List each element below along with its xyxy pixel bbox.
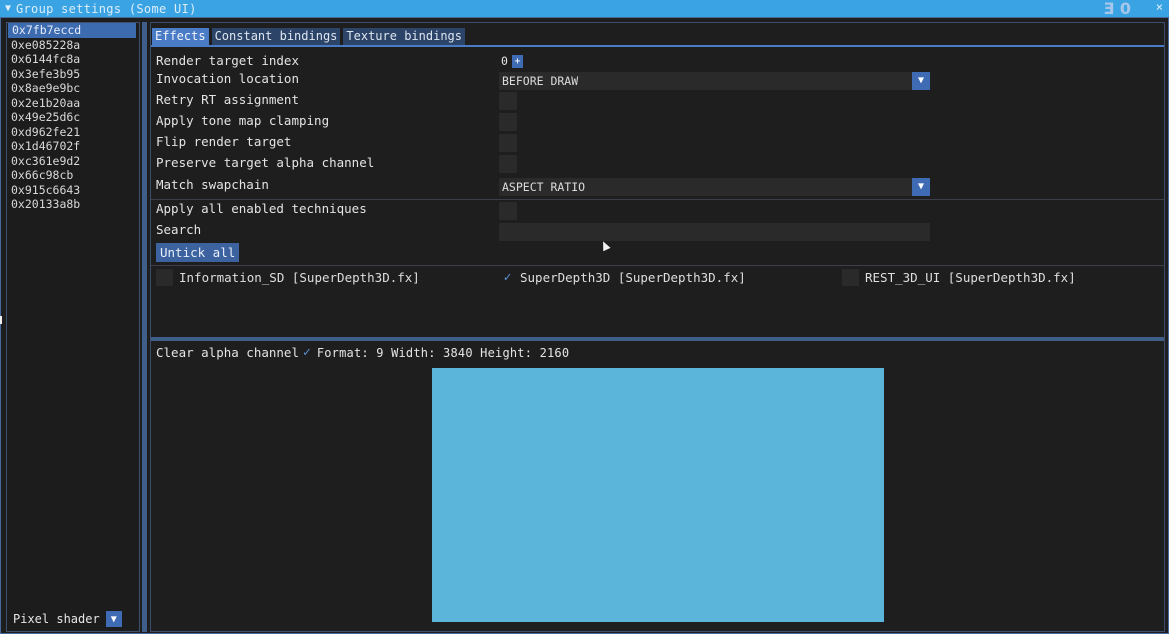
invocation-location-value: BEFORE DRAW bbox=[502, 74, 579, 88]
chevron-down-icon[interactable]: ▼ bbox=[912, 178, 930, 196]
chevron-down-icon[interactable]: ▼ bbox=[105, 611, 122, 627]
sidebar-item[interactable]: 0x6144fc8a bbox=[7, 52, 139, 67]
apply-all-techniques-label: Apply all enabled techniques bbox=[156, 201, 367, 216]
preview-header: Clear alpha channel ✓ Format: 9 Width: 3… bbox=[156, 345, 569, 360]
sidebar-item[interactable]: 0x2e1b20aa bbox=[7, 96, 139, 111]
collapse-icon[interactable]: ▼ bbox=[0, 3, 16, 14]
sidebar-item[interactable]: 0x49e25d6c bbox=[7, 110, 139, 125]
preserve-alpha-label: Preserve target alpha channel bbox=[156, 155, 375, 170]
divider bbox=[151, 265, 1164, 266]
vertical-splitter[interactable] bbox=[142, 22, 147, 632]
sidebar-item[interactable]: 0x7fb7eccd bbox=[8, 23, 136, 38]
sidebar[interactable]: 0x7fb7eccd 0xe085228a 0x6144fc8a 0x3efe3… bbox=[6, 22, 140, 632]
technique-checkbox[interactable] bbox=[842, 269, 859, 286]
window-titlebar[interactable]: ▼ Group settings (Some UI) Ǝ 0 × bbox=[0, 0, 1169, 17]
sidebar-item[interactable]: 0x3efe3b95 bbox=[7, 67, 139, 82]
render-target-index-label: Render target index bbox=[156, 53, 299, 68]
untick-all-button[interactable]: Untick all bbox=[156, 243, 240, 262]
invocation-location-label: Invocation location bbox=[156, 71, 299, 86]
technique-checkbox[interactable] bbox=[156, 269, 173, 286]
increment-button[interactable]: + bbox=[512, 55, 523, 68]
flip-render-target-checkbox[interactable] bbox=[499, 134, 517, 152]
match-swapchain-value: ASPECT RATIO bbox=[502, 180, 586, 194]
tab-effects[interactable]: Effects bbox=[152, 28, 209, 45]
main-panel: Effects Constant bindings Texture bindin… bbox=[150, 22, 1165, 632]
tonemap-clamping-checkbox[interactable] bbox=[499, 113, 517, 131]
technique-label: Information_SD [SuperDepth3D.fx] bbox=[179, 270, 420, 285]
window-title: Group settings (Some UI) bbox=[16, 1, 197, 16]
technique-item[interactable]: ✓ SuperDepth3D [SuperDepth3D.fx] bbox=[501, 269, 746, 286]
match-swapchain-select[interactable]: ASPECT RATIO ▼ bbox=[499, 178, 930, 196]
check-icon[interactable]: ✓ bbox=[501, 269, 514, 286]
search-label: Search bbox=[156, 222, 202, 237]
close-icon[interactable]: × bbox=[1156, 0, 1163, 14]
logo: Ǝ 0 bbox=[1103, 0, 1131, 18]
sidebar-item[interactable]: 0x8ae9e9bc bbox=[7, 81, 139, 96]
render-target-index-value[interactable]: 0 bbox=[501, 52, 508, 70]
retry-rt-checkbox[interactable] bbox=[499, 92, 517, 110]
shader-type-label: Pixel shader bbox=[13, 612, 100, 626]
render-target-preview bbox=[432, 368, 884, 622]
tab-bar: Effects Constant bindings Texture bindin… bbox=[152, 28, 465, 45]
edge-marker bbox=[0, 316, 2, 324]
sidebar-item[interactable]: 0x20133a8b bbox=[7, 197, 139, 212]
preserve-alpha-checkbox[interactable] bbox=[499, 155, 517, 173]
flip-render-target-label: Flip render target bbox=[156, 134, 292, 149]
clear-alpha-label: Clear alpha channel bbox=[156, 345, 299, 360]
retry-rt-label: Retry RT assignment bbox=[156, 92, 299, 107]
horizontal-splitter[interactable] bbox=[151, 337, 1164, 341]
tab-underline bbox=[151, 45, 1164, 47]
match-swapchain-label: Match swapchain bbox=[156, 177, 269, 192]
tab-texture-bindings[interactable]: Texture bindings bbox=[343, 28, 465, 45]
shader-type-select[interactable]: Pixel shader ▼ bbox=[13, 611, 122, 627]
apply-all-techniques-checkbox[interactable] bbox=[499, 202, 517, 220]
chevron-down-icon[interactable]: ▼ bbox=[912, 72, 930, 90]
technique-item[interactable]: REST_3D_UI [SuperDepth3D.fx] bbox=[842, 269, 1076, 286]
technique-label: REST_3D_UI [SuperDepth3D.fx] bbox=[865, 270, 1076, 285]
invocation-location-select[interactable]: BEFORE DRAW ▼ bbox=[499, 72, 930, 90]
sidebar-item[interactable]: 0xd962fe21 bbox=[7, 125, 139, 140]
technique-item[interactable]: Information_SD [SuperDepth3D.fx] bbox=[156, 269, 420, 286]
sidebar-item[interactable]: 0x915c6643 bbox=[7, 183, 139, 198]
check-icon[interactable]: ✓ bbox=[303, 345, 311, 360]
texture-info: Format: 9 Width: 3840 Height: 2160 bbox=[316, 345, 570, 360]
tab-constant-bindings[interactable]: Constant bindings bbox=[211, 28, 341, 45]
sidebar-item[interactable]: 0x66c98cb bbox=[7, 168, 139, 183]
sidebar-item[interactable]: 0xc361e9d2 bbox=[7, 154, 139, 169]
search-input[interactable] bbox=[499, 223, 930, 241]
tonemap-clamping-label: Apply tone map clamping bbox=[156, 113, 330, 128]
sidebar-item[interactable]: 0x1d46702f bbox=[7, 139, 139, 154]
sidebar-item[interactable]: 0xe085228a bbox=[7, 38, 139, 53]
technique-label: SuperDepth3D [SuperDepth3D.fx] bbox=[520, 270, 746, 285]
